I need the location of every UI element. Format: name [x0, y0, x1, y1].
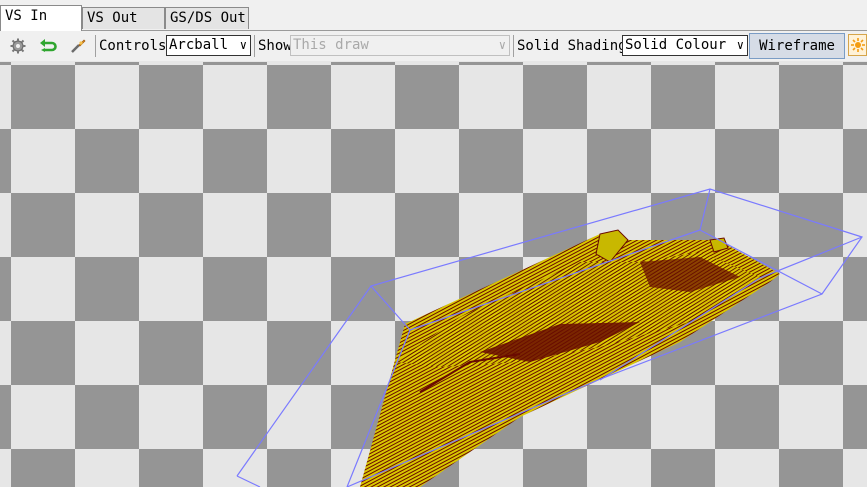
chevron-down-icon: ∨ — [498, 38, 506, 52]
controls-label: Controls — [99, 38, 167, 54]
show-value: This draw — [293, 37, 369, 53]
tab-gs-ds-out[interactable]: GS/DS Out — [165, 7, 249, 29]
pick-icon[interactable] — [68, 36, 88, 56]
gear-icon[interactable] — [8, 36, 28, 56]
chevron-down-icon: ∨ — [736, 38, 744, 52]
show-select[interactable]: This draw ∨ — [290, 35, 510, 56]
shading-label: Solid Shading — [517, 38, 627, 54]
fill-icon[interactable] — [848, 34, 867, 56]
tab-vs-in[interactable]: VS In — [0, 5, 82, 31]
shading-select[interactable]: Solid Colour ∨ — [622, 35, 748, 56]
viewport-canvas[interactable] — [0, 62, 867, 487]
toolbar-separator — [254, 35, 255, 57]
toolbar-separator — [513, 35, 514, 57]
reset-icon[interactable] — [38, 36, 58, 56]
chevron-down-icon: ∨ — [239, 38, 247, 52]
toolbar: Controls Arcball ∨ Show This draw ∨ Soli… — [0, 31, 867, 61]
tab-vs-out[interactable]: VS Out — [82, 7, 165, 29]
tab-bar: VS In VS Out GS/DS Out — [0, 0, 867, 31]
wireframe-button[interactable]: Wireframe — [749, 33, 845, 59]
toolbar-separator — [95, 35, 96, 57]
shading-value: Solid Colour — [625, 37, 727, 53]
controls-select[interactable]: Arcball ∨ — [166, 35, 251, 56]
controls-value: Arcball — [169, 37, 229, 53]
show-label: Show — [258, 38, 292, 54]
mesh-viewport[interactable] — [0, 62, 867, 487]
